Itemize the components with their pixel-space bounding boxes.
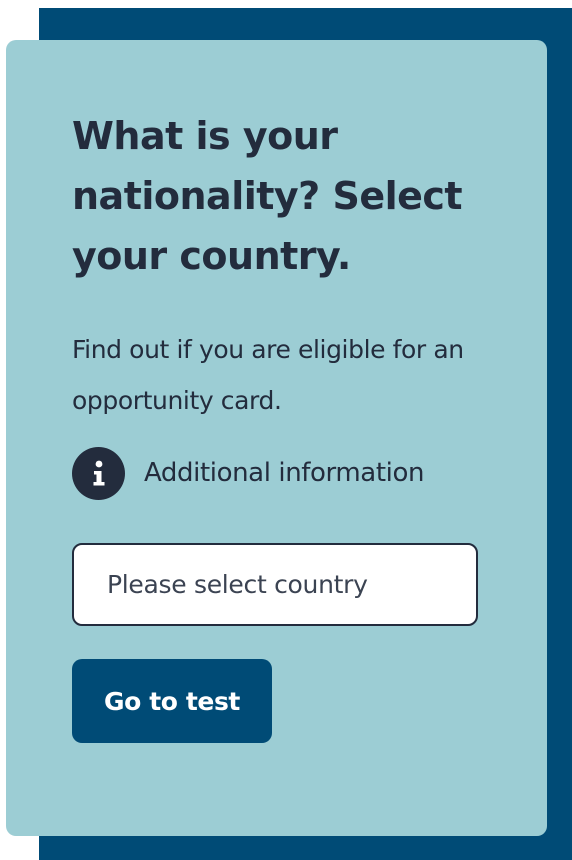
country-select[interactable]: Please select country: [72, 543, 478, 626]
nationality-card: What is your nationality? Select your co…: [6, 40, 547, 836]
info-icon: [72, 446, 125, 500]
go-to-test-button[interactable]: Go to test: [72, 659, 272, 743]
additional-information-toggle[interactable]: Additional information: [72, 445, 424, 501]
additional-information-label: Additional information: [144, 458, 425, 488]
page: What is your nationality? Select your co…: [0, 0, 572, 860]
card-intro-text: Find out if you are eligible for an oppo…: [72, 335, 464, 415]
country-select-placeholder: Please select country: [107, 570, 368, 599]
card-heading: What is your nationality? Select your co…: [72, 114, 463, 278]
